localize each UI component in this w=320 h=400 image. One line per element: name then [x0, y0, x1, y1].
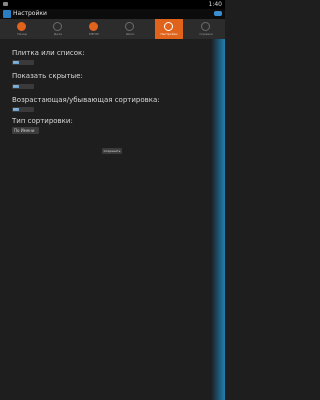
tile-or-list-label: Плитка или список:	[12, 49, 85, 57]
tab-menu[interactable]: МЕНЮ	[80, 19, 108, 39]
tab-tasks[interactable]: Дела	[44, 19, 72, 39]
sort-type-select[interactable]: По Имени	[12, 127, 39, 134]
back-icon	[17, 22, 26, 31]
switch-text: Off	[13, 60, 18, 64]
edge-glow	[211, 39, 225, 400]
tab-tasks-label: Дела	[54, 32, 62, 36]
tab-help[interactable]: Справка	[192, 19, 220, 39]
asc-desc-label: Возрастающая/убывающая сортировка:	[12, 96, 160, 104]
tab-back[interactable]: Назад	[8, 19, 36, 39]
tile-or-list-switch[interactable]: Off	[12, 60, 34, 65]
switch-text: Off	[13, 84, 18, 88]
help-icon	[201, 22, 210, 31]
switch-text: Off	[13, 107, 18, 111]
tab-settings[interactable]: Настройки	[155, 19, 183, 39]
settings-icon	[164, 22, 173, 31]
tab-bar: Назад Дела МЕНЮ Шаги Настройки Справка	[0, 19, 225, 39]
tab-steps-label: Шаги	[125, 32, 135, 36]
tab-settings-label: Настройки	[160, 32, 178, 36]
sim-card-icon	[3, 2, 8, 6]
page-title: Настройки	[13, 10, 47, 17]
tab-steps[interactable]: Шаги	[116, 19, 144, 39]
show-hidden-switch[interactable]: Off	[12, 84, 34, 89]
save-button[interactable]: Сохранить	[102, 148, 122, 154]
status-time: 1:40	[208, 1, 222, 8]
sort-type-label: Тип сортировки:	[12, 117, 73, 125]
tab-menu-label: МЕНЮ	[89, 32, 99, 36]
tasks-icon	[53, 22, 62, 31]
app-icon	[3, 10, 11, 18]
tab-help-label: Справка	[199, 32, 213, 36]
show-hidden-label: Показать скрытые:	[12, 72, 83, 80]
steps-icon	[125, 22, 134, 31]
tab-back-label: Назад	[17, 32, 27, 36]
menu-toggle-icon[interactable]	[214, 11, 222, 16]
home-icon	[89, 22, 98, 31]
title-bar: Настройки	[0, 9, 225, 19]
asc-desc-switch[interactable]: Off	[12, 107, 34, 112]
status-bar: 1:40	[0, 0, 225, 9]
